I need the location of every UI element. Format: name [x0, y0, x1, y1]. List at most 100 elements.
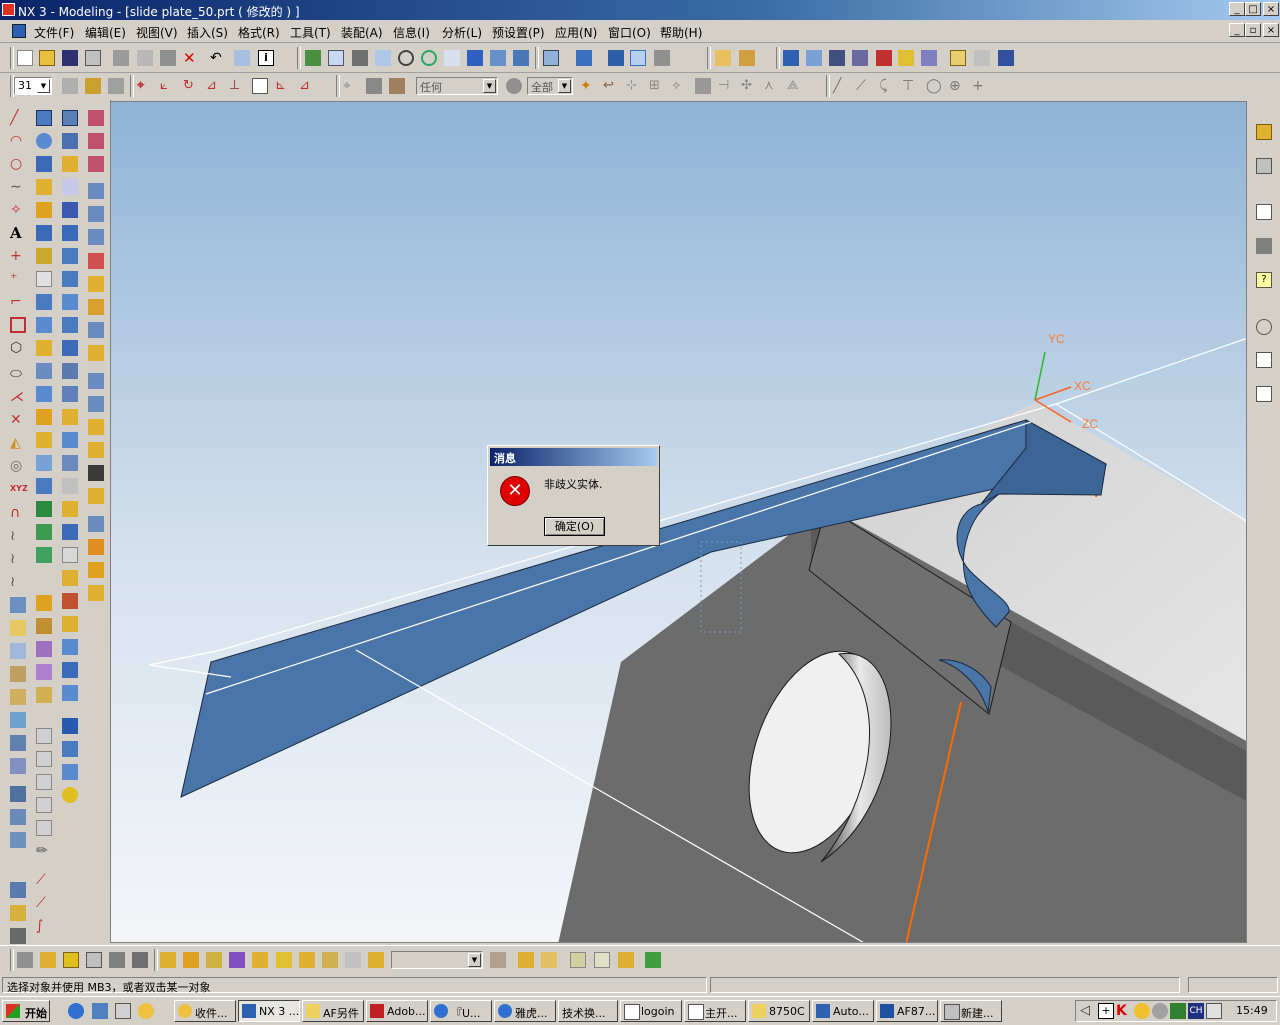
move-object-icon[interactable]: [160, 952, 176, 968]
studio-surface-tool-icon[interactable]: [88, 488, 104, 504]
chamfer-tool-icon[interactable]: [36, 618, 52, 634]
instance-tool-icon[interactable]: [36, 386, 52, 402]
task-item[interactable]: 8750C: [748, 1000, 810, 1022]
web-browser-tab-icon[interactable]: [1256, 238, 1272, 254]
grid-icon[interactable]: [490, 952, 506, 968]
select-body-icon[interactable]: [389, 78, 405, 94]
wireframe-icon[interactable]: [543, 50, 559, 66]
section-tool-icon[interactable]: [10, 712, 26, 728]
type-filter-select[interactable]: 任何 ▼: [416, 77, 498, 95]
print-icon[interactable]: [85, 50, 101, 66]
copy-object-icon[interactable]: [322, 952, 338, 968]
ie-icon[interactable]: [68, 1003, 84, 1019]
wcs-set-icon[interactable]: ⊾: [275, 78, 291, 94]
general-conic-tool-icon[interactable]: ◭: [10, 435, 26, 451]
delete-object-icon[interactable]: [206, 952, 222, 968]
select-feature-icon[interactable]: [366, 78, 382, 94]
cut-icon[interactable]: [113, 50, 129, 66]
circle-center-icon[interactable]: ⊕: [949, 78, 965, 94]
suppress-tool-icon[interactable]: [36, 797, 52, 813]
shaded-edges-icon[interactable]: [608, 50, 624, 66]
bounded-plane-tool-icon[interactable]: [10, 928, 26, 944]
part-cleanup-tool-icon[interactable]: [62, 718, 78, 734]
ok-button[interactable]: 确定(O): [544, 517, 605, 536]
sketch-tool-icon[interactable]: [368, 952, 384, 968]
hyperbola-tool-icon[interactable]: ✕: [10, 412, 26, 428]
ruled-tool-icon[interactable]: [88, 183, 104, 199]
doc-restore-button[interactable]: ▫: [1245, 23, 1261, 37]
layer-visible-icon[interactable]: [974, 50, 990, 66]
menu-edit[interactable]: 编辑(E): [85, 24, 126, 41]
task-item[interactable]: 雅虎...: [494, 1000, 556, 1022]
magnify-icon[interactable]: [398, 50, 414, 66]
extend-sheet-tool-icon[interactable]: [62, 547, 78, 563]
minimize-button[interactable]: _: [1229, 2, 1245, 16]
point-tool-icon[interactable]: +: [10, 248, 26, 264]
menu-application[interactable]: 应用(N): [555, 24, 597, 41]
sphere-tool-icon[interactable]: [36, 179, 52, 195]
task-item[interactable]: logoin: [620, 1000, 682, 1022]
combined-projection-tool-icon[interactable]: [10, 620, 26, 636]
unsuppress-tool-icon[interactable]: [36, 820, 52, 836]
bridge-tool-icon[interactable]: ≀: [10, 528, 26, 544]
menu-insert[interactable]: 插入(S): [187, 24, 228, 41]
ime-tool-icon[interactable]: [1206, 1003, 1222, 1019]
snap-on-icon[interactable]: [518, 952, 534, 968]
delete-icon[interactable]: ✕: [183, 50, 199, 66]
rotate-object-icon[interactable]: [276, 952, 292, 968]
simplify-body-tool-icon[interactable]: [62, 317, 78, 333]
surface-tool-icon[interactable]: [10, 882, 26, 898]
draft-tool-icon[interactable]: [36, 664, 52, 680]
task-item[interactable]: Auto...: [812, 1000, 874, 1022]
reuse-library-tab-icon[interactable]: [1256, 204, 1272, 220]
volume-icon[interactable]: ◁: [1080, 1003, 1096, 1019]
part-navigator-icon[interactable]: [806, 50, 822, 66]
scale-object-icon[interactable]: [252, 952, 268, 968]
edge-blend-tool-icon[interactable]: [36, 595, 52, 611]
bridge-face-tool-icon[interactable]: [62, 478, 78, 494]
task-item[interactable]: 新建...: [940, 1000, 1002, 1022]
styled-blend-tool-icon[interactable]: [88, 419, 104, 435]
polygon-tool-icon[interactable]: ⬡: [10, 340, 26, 356]
flange-tool-icon[interactable]: [62, 616, 78, 632]
attribute-icon[interactable]: [570, 952, 586, 968]
task-item[interactable]: AF87...: [876, 1000, 938, 1022]
tube-tool-icon[interactable]: [36, 524, 52, 540]
measure-tool-icon[interactable]: [345, 952, 361, 968]
styled-sweep-tool-icon[interactable]: [88, 442, 104, 458]
edit-feature-tool-icon[interactable]: [36, 728, 52, 744]
snap-control-icon[interactable]: ⊞: [649, 78, 665, 94]
cylinder-tool-icon[interactable]: [36, 133, 52, 149]
subtract-tool-icon[interactable]: [62, 133, 78, 149]
replace-tool-icon[interactable]: ✏: [36, 843, 52, 859]
curve-tool-icon[interactable]: ∼: [10, 179, 26, 195]
line-on-icon[interactable]: ⟋: [856, 78, 872, 94]
copy-icon[interactable]: [137, 50, 153, 66]
task-item[interactable]: 收件...: [174, 1000, 236, 1022]
rotate-icon[interactable]: [421, 50, 437, 66]
repeat-command-icon[interactable]: [234, 50, 250, 66]
offset-face-tool-icon[interactable]: [36, 687, 52, 703]
simplify-tool-icon[interactable]: ≀: [10, 551, 26, 567]
fit-surface-tool-icon[interactable]: [88, 276, 104, 292]
show-all-icon[interactable]: [109, 952, 125, 968]
section-surface-tool-icon[interactable]: [88, 206, 104, 222]
snap-view-icon[interactable]: [513, 50, 529, 66]
point-set-tool-icon[interactable]: ⁺: [10, 271, 26, 287]
doc-minimize-button[interactable]: _: [1229, 23, 1245, 37]
view-section-icon[interactable]: [490, 50, 506, 66]
reorder-tool-icon[interactable]: [36, 774, 52, 790]
edit-object-display-icon[interactable]: [17, 952, 33, 968]
through-mesh-tool-icon[interactable]: [88, 133, 104, 149]
task-item[interactable]: Adob...: [366, 1000, 428, 1022]
unite-tool-icon[interactable]: [62, 110, 78, 126]
snap-quadrant-icon[interactable]: ⊣: [718, 78, 734, 94]
more-tools-icon[interactable]: [645, 952, 661, 968]
messenger-icon[interactable]: [1134, 1003, 1150, 1019]
view-orient-icon[interactable]: [467, 50, 483, 66]
pan-icon[interactable]: [444, 50, 460, 66]
layer-settings-icon[interactable]: [950, 50, 966, 66]
soft-blend-tool-icon[interactable]: [62, 455, 78, 471]
maximize-button[interactable]: □: [1245, 2, 1261, 16]
history-icon[interactable]: [829, 50, 845, 66]
